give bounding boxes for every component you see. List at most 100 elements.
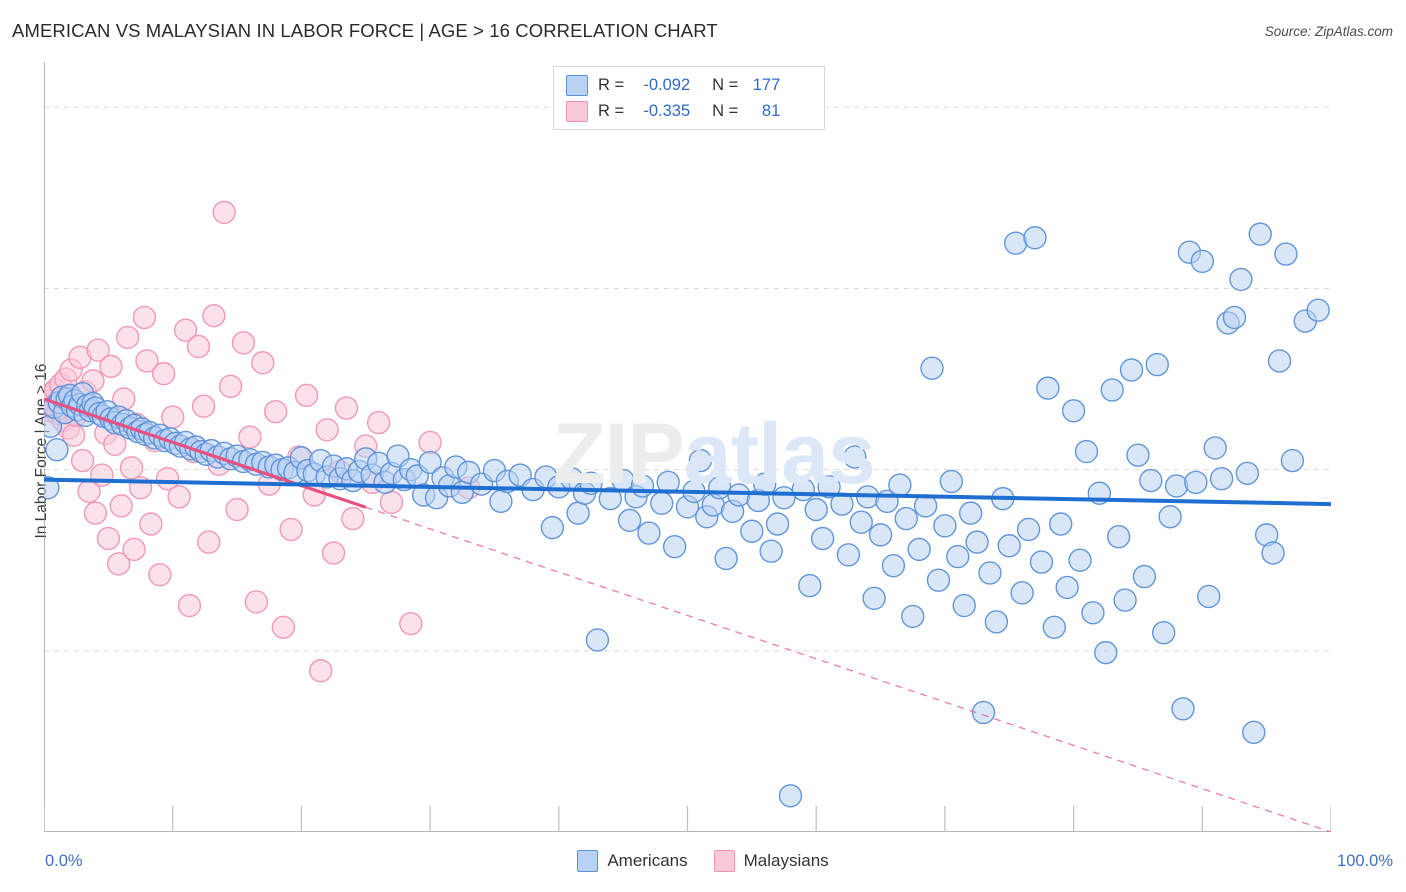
data-point — [399, 611, 423, 636]
data-point — [1094, 640, 1118, 665]
data-point — [1055, 575, 1079, 600]
data-point — [849, 510, 873, 534]
data-point — [212, 200, 236, 225]
data-point — [238, 425, 262, 449]
data-point — [965, 530, 989, 554]
data-point — [740, 519, 764, 543]
n-value-malaysians: 81 — [761, 101, 781, 120]
series-legend-item-americans[interactable]: Americans — [577, 850, 688, 872]
data-point — [1190, 249, 1215, 273]
data-point — [119, 456, 144, 480]
data-point — [115, 325, 140, 350]
data-point — [231, 331, 256, 355]
data-point — [933, 514, 957, 538]
data-point — [1267, 349, 1292, 373]
series-label-malaysians: Malaysians — [743, 851, 829, 870]
data-point — [1242, 720, 1266, 745]
data-point — [1126, 443, 1150, 467]
data-point — [907, 537, 931, 562]
data-point — [1003, 231, 1028, 255]
data-point — [862, 586, 886, 610]
data-point — [585, 628, 610, 652]
data-point — [1106, 524, 1131, 549]
data-point — [1209, 467, 1234, 491]
series-legend: Americans Malaysians — [0, 850, 1406, 872]
series-swatch-malaysians — [713, 850, 735, 872]
data-point — [881, 553, 906, 578]
data-point — [334, 396, 359, 420]
stats-row-malaysians: R = -0.335 N = 81 — [566, 98, 814, 124]
data-point — [139, 512, 163, 536]
data-point — [1203, 436, 1227, 460]
data-point — [151, 361, 176, 386]
data-point — [218, 374, 243, 399]
data-point — [148, 563, 172, 587]
data-point — [727, 483, 751, 507]
data-point — [132, 305, 157, 330]
r-value-malaysians: -0.335 — [643, 101, 691, 120]
r-value-americans: -0.092 — [643, 75, 691, 94]
data-point — [894, 506, 918, 531]
data-point — [1029, 550, 1054, 574]
data-point — [1100, 378, 1124, 402]
data-point — [958, 501, 983, 525]
data-point — [1197, 584, 1221, 609]
data-point — [1229, 267, 1253, 292]
data-point — [843, 445, 867, 469]
data-point — [244, 590, 269, 614]
data-point — [1222, 305, 1247, 330]
stats-row-americans: R = -0.092 N = 177 — [566, 72, 814, 98]
data-point — [294, 383, 319, 408]
data-point — [798, 573, 822, 598]
data-point — [83, 501, 108, 525]
legend-swatch-americans — [566, 74, 588, 96]
data-point — [1010, 581, 1034, 605]
data-point — [271, 615, 296, 639]
chart-page: AMERICAN VS MALAYSIAN IN LABOR FORCE | A… — [0, 0, 1406, 892]
series-label-americans: Americans — [607, 851, 688, 870]
data-point — [122, 537, 146, 562]
legend-swatch-malaysians — [566, 100, 588, 122]
data-point — [637, 521, 661, 545]
data-point — [45, 438, 69, 462]
data-point — [1061, 399, 1086, 423]
data-point — [952, 593, 976, 618]
data-point — [1158, 505, 1182, 529]
n-label-malaysians: N = — [712, 101, 739, 120]
plot-area: In Labor Force | Age > 16 — [33, 62, 1331, 832]
data-point — [1113, 588, 1137, 612]
data-point — [997, 534, 1021, 558]
data-point — [1145, 352, 1169, 377]
data-point — [366, 410, 391, 435]
data-point — [1016, 517, 1041, 542]
data-point — [197, 530, 221, 554]
r-label-malaysians: R = — [598, 101, 625, 120]
data-point — [650, 491, 674, 515]
series-legend-item-malaysians[interactable]: Malaysians — [713, 850, 829, 872]
data-point — [617, 508, 642, 533]
data-point — [714, 546, 738, 571]
data-point — [309, 659, 333, 683]
data-point — [279, 517, 303, 542]
data-point — [1171, 697, 1195, 721]
data-point — [96, 526, 121, 551]
data-point — [939, 469, 964, 494]
data-point — [765, 512, 790, 536]
n-value-americans: 177 — [752, 75, 781, 94]
data-point — [1036, 376, 1060, 400]
data-point — [868, 523, 893, 547]
data-point — [1164, 474, 1189, 498]
data-point — [99, 354, 123, 379]
data-point — [1068, 548, 1092, 572]
scatter-plot-svg — [44, 62, 1331, 832]
data-point — [1119, 358, 1144, 382]
data-point — [662, 534, 687, 559]
data-point — [926, 568, 951, 592]
data-point — [1306, 298, 1330, 322]
data-point — [810, 526, 835, 551]
data-point — [1139, 468, 1163, 493]
data-point — [978, 561, 1002, 585]
data-point — [341, 506, 365, 531]
data-point — [1280, 448, 1305, 473]
data-point — [759, 539, 783, 563]
